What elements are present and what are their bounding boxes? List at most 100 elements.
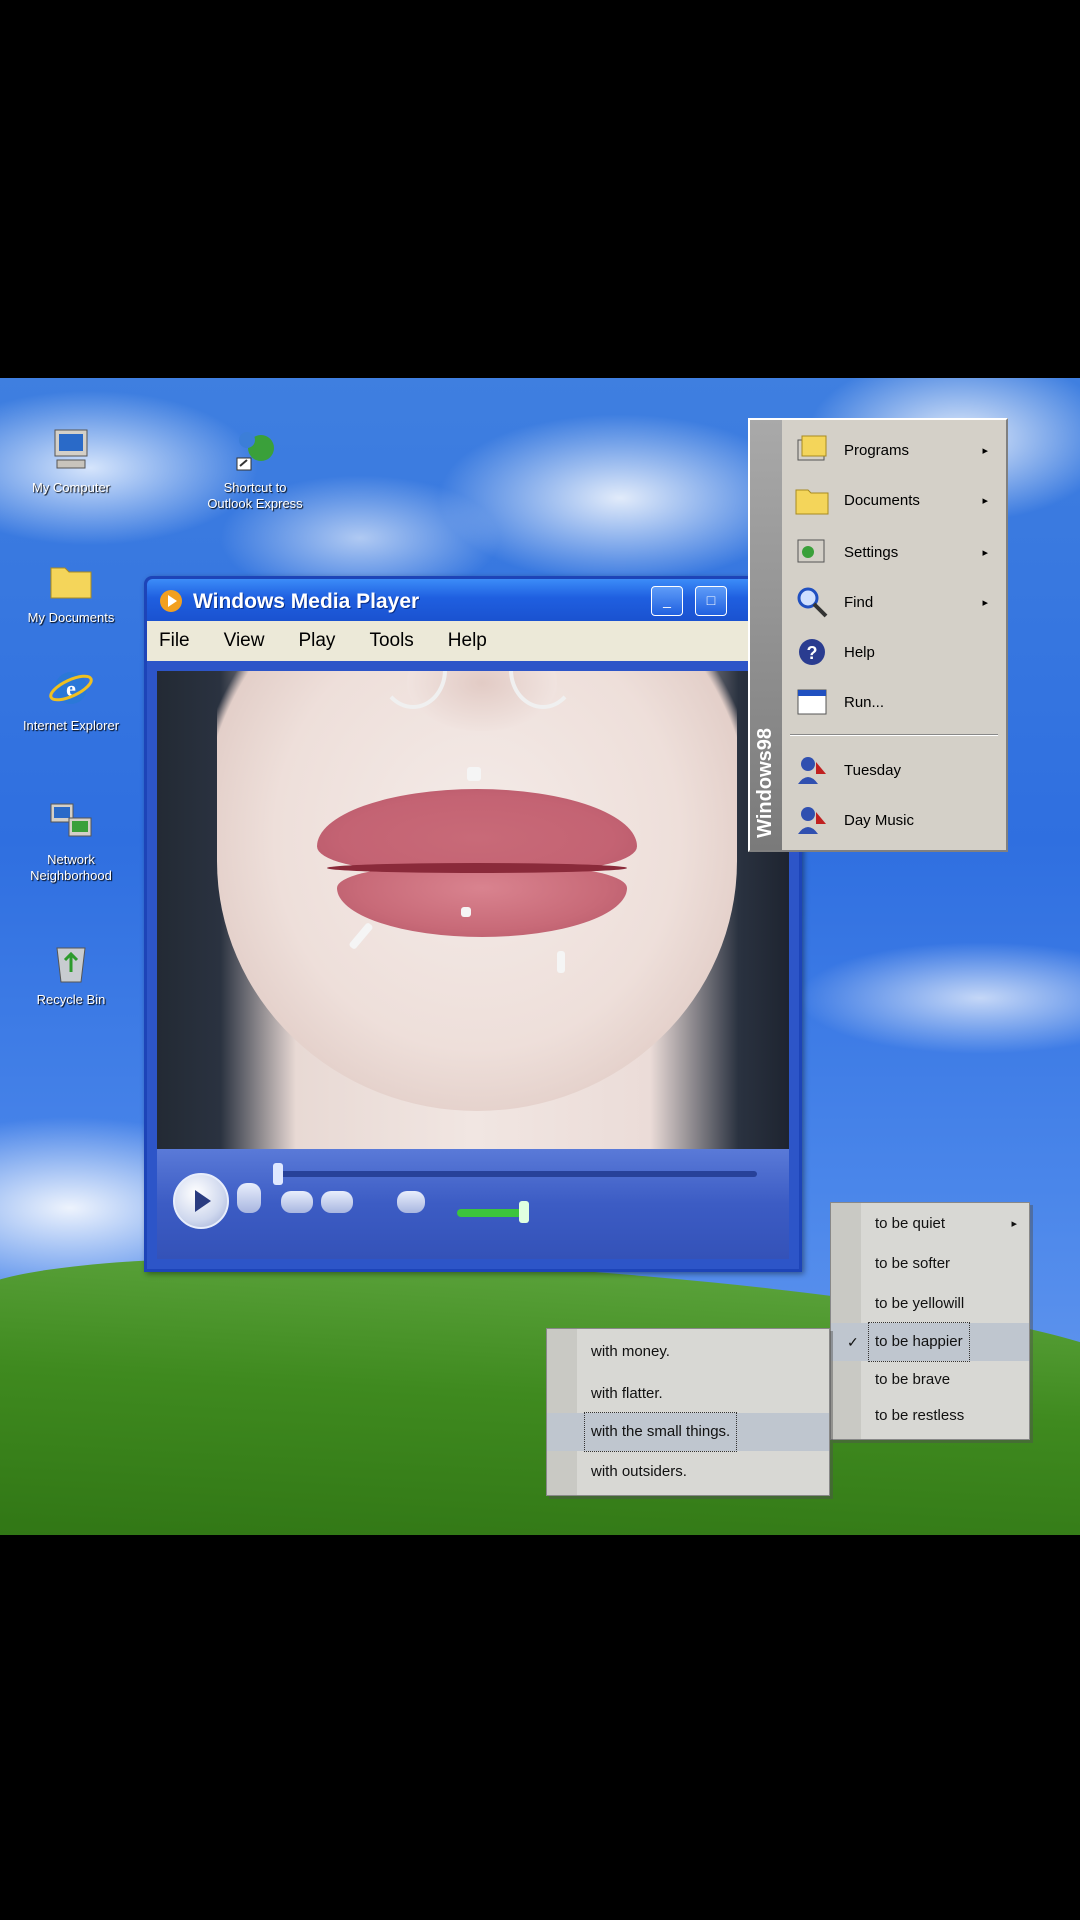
playback-controls — [157, 1149, 789, 1259]
seek-handle[interactable] — [273, 1163, 283, 1185]
menu-help[interactable]: Help — [448, 630, 487, 652]
start-item-help[interactable]: ? Help — [794, 630, 994, 674]
recycle-bin-icon — [47, 938, 95, 986]
submenu-arrow-icon: ▸ — [1011, 1218, 1017, 1230]
start-item-label: Run... — [844, 693, 885, 711]
network-computers-icon — [47, 798, 95, 846]
start-item-day-music[interactable]: Day Music — [794, 798, 994, 842]
folder-icon — [794, 482, 830, 518]
desktop-icon-label: Shortcut to Outlook Express — [207, 480, 303, 511]
media-player-window[interactable]: Windows Media Player _ □ File View Play … — [144, 576, 802, 1272]
start-menu-band: Windows98 — [750, 420, 782, 850]
submenu-arrow-icon: ▸ — [982, 596, 988, 609]
start-item-documents[interactable]: Documents ▸ — [794, 478, 994, 522]
seek-bar[interactable] — [273, 1163, 757, 1185]
lip-piercing-stud — [467, 767, 481, 781]
submenu-arrow-icon: ▸ — [982, 444, 988, 457]
submenu-arrow-icon: ▸ — [982, 494, 988, 507]
context-menu-to-be: to be quiet ▸ to be softer to be yellowi… — [830, 1202, 1030, 1440]
desktop-icon-label: Network Neighborhood — [30, 852, 112, 883]
stop-button[interactable] — [237, 1183, 261, 1213]
volume-slider[interactable] — [457, 1201, 529, 1223]
menu-item-label: to be quiet — [875, 1215, 946, 1232]
menu-item-label: to be brave — [875, 1371, 951, 1388]
window-title: Windows Media Player — [193, 590, 420, 613]
menu-item-to-be-brave[interactable]: to be brave — [831, 1361, 1029, 1399]
media-player-icon — [159, 589, 183, 613]
menu-item-to-be-restless[interactable]: to be restless — [831, 1397, 1029, 1435]
start-item-label: Day Music — [844, 811, 915, 829]
desktop-icon-my-documents[interactable]: My Documents — [16, 556, 126, 626]
title-bar[interactable]: Windows Media Player _ □ — [147, 579, 799, 621]
desktop-icon-my-computer[interactable]: My Computer — [16, 426, 126, 496]
menu-play[interactable]: Play — [298, 630, 335, 652]
start-item-label: Find — [844, 593, 874, 611]
context-menu-with: with money. with flatter. with the small… — [546, 1328, 830, 1496]
menu-item-with-flatter[interactable]: with flatter. — [547, 1375, 829, 1413]
desktop-icon-label: My Documents — [27, 610, 115, 625]
desktop-icon-label: Recycle Bin — [36, 992, 106, 1007]
menu-item-to-be-quiet[interactable]: to be quiet ▸ — [831, 1205, 1029, 1243]
menu-item-label: with outsiders. — [591, 1463, 687, 1480]
start-item-find[interactable]: Find ▸ — [794, 580, 994, 624]
help-icon: ? — [794, 634, 830, 670]
lip-piercing-stud — [461, 907, 471, 917]
start-item-tuesday[interactable]: Tuesday — [794, 748, 994, 792]
user-icon — [794, 752, 830, 788]
mute-button[interactable] — [397, 1191, 425, 1213]
menu-bar: File View Play Tools Help — [147, 621, 799, 661]
menu-item-with-the-small-things[interactable]: with the small things. — [547, 1412, 829, 1452]
menu-item-to-be-yellowill[interactable]: to be yellowill — [831, 1285, 1029, 1323]
menu-view[interactable]: View — [224, 630, 265, 652]
menu-item-label: to be happier — [868, 1322, 970, 1362]
menu-item-with-outsiders[interactable]: with outsiders. — [547, 1453, 829, 1491]
start-item-settings[interactable]: Settings ▸ — [794, 530, 994, 574]
find-icon — [794, 584, 830, 620]
play-icon — [195, 1190, 211, 1212]
network-shortcut-icon — [231, 426, 279, 474]
folder-icon — [47, 556, 95, 604]
svg-text:?: ? — [807, 643, 818, 663]
start-menu-band-label: Windows98 — [754, 728, 776, 838]
start-item-label: Help — [844, 643, 875, 661]
lip-line — [327, 863, 627, 873]
menu-item-label: to be softer — [875, 1255, 951, 1272]
internet-explorer-icon: e — [47, 664, 95, 712]
menu-file[interactable]: File — [159, 630, 190, 652]
computer-icon — [47, 426, 95, 474]
start-item-label: Programs — [844, 441, 910, 459]
maximize-button[interactable]: □ — [695, 586, 727, 616]
submenu-arrow-icon: ▸ — [982, 546, 988, 559]
menu-item-to-be-softer[interactable]: to be softer — [831, 1245, 1029, 1283]
desktop-icon-label: My Computer — [31, 480, 111, 495]
play-button[interactable] — [173, 1173, 229, 1229]
checkmark-icon: ✓ — [847, 1334, 859, 1350]
desktop-icon-network-neighborhood[interactable]: Network Neighborhood — [16, 798, 126, 884]
start-menu-separator — [790, 734, 998, 736]
menu-item-label: with the small things. — [583, 1412, 738, 1452]
desktop-icon-recycle-bin[interactable]: Recycle Bin — [16, 938, 126, 1008]
menu-item-label: with money. — [591, 1343, 670, 1360]
start-item-programs[interactable]: Programs ▸ — [794, 428, 994, 472]
lip-piercing-bar — [557, 951, 565, 973]
previous-button[interactable] — [281, 1191, 313, 1213]
video-frame[interactable] — [157, 671, 789, 1149]
minimize-button[interactable]: _ — [651, 586, 683, 616]
next-button[interactable] — [321, 1191, 353, 1213]
volume-handle[interactable] — [519, 1201, 529, 1223]
menu-tools[interactable]: Tools — [369, 630, 413, 652]
desktop-icon-outlook-shortcut[interactable]: Shortcut to Outlook Express — [200, 426, 310, 512]
start-item-label: Documents — [844, 491, 920, 509]
menu-item-with-money[interactable]: with money. — [547, 1333, 829, 1371]
settings-icon — [794, 534, 830, 570]
start-item-run[interactable]: Run... — [794, 680, 994, 724]
programs-icon — [794, 432, 830, 468]
desktop-icon-label: Internet Explorer — [22, 718, 120, 733]
menu-item-label: to be yellowill — [875, 1295, 965, 1312]
menu-item-to-be-happier[interactable]: ✓ to be happier — [831, 1322, 1029, 1362]
menu-item-label: with flatter. — [591, 1385, 663, 1402]
run-icon — [794, 684, 830, 720]
desktop: My Computer Shortcut to Outlook Express … — [0, 378, 1080, 1535]
desktop-icon-internet-explorer[interactable]: e Internet Explorer — [16, 664, 126, 734]
start-menu: Windows98 Programs ▸ Documents ▸ Setting… — [748, 418, 1008, 852]
